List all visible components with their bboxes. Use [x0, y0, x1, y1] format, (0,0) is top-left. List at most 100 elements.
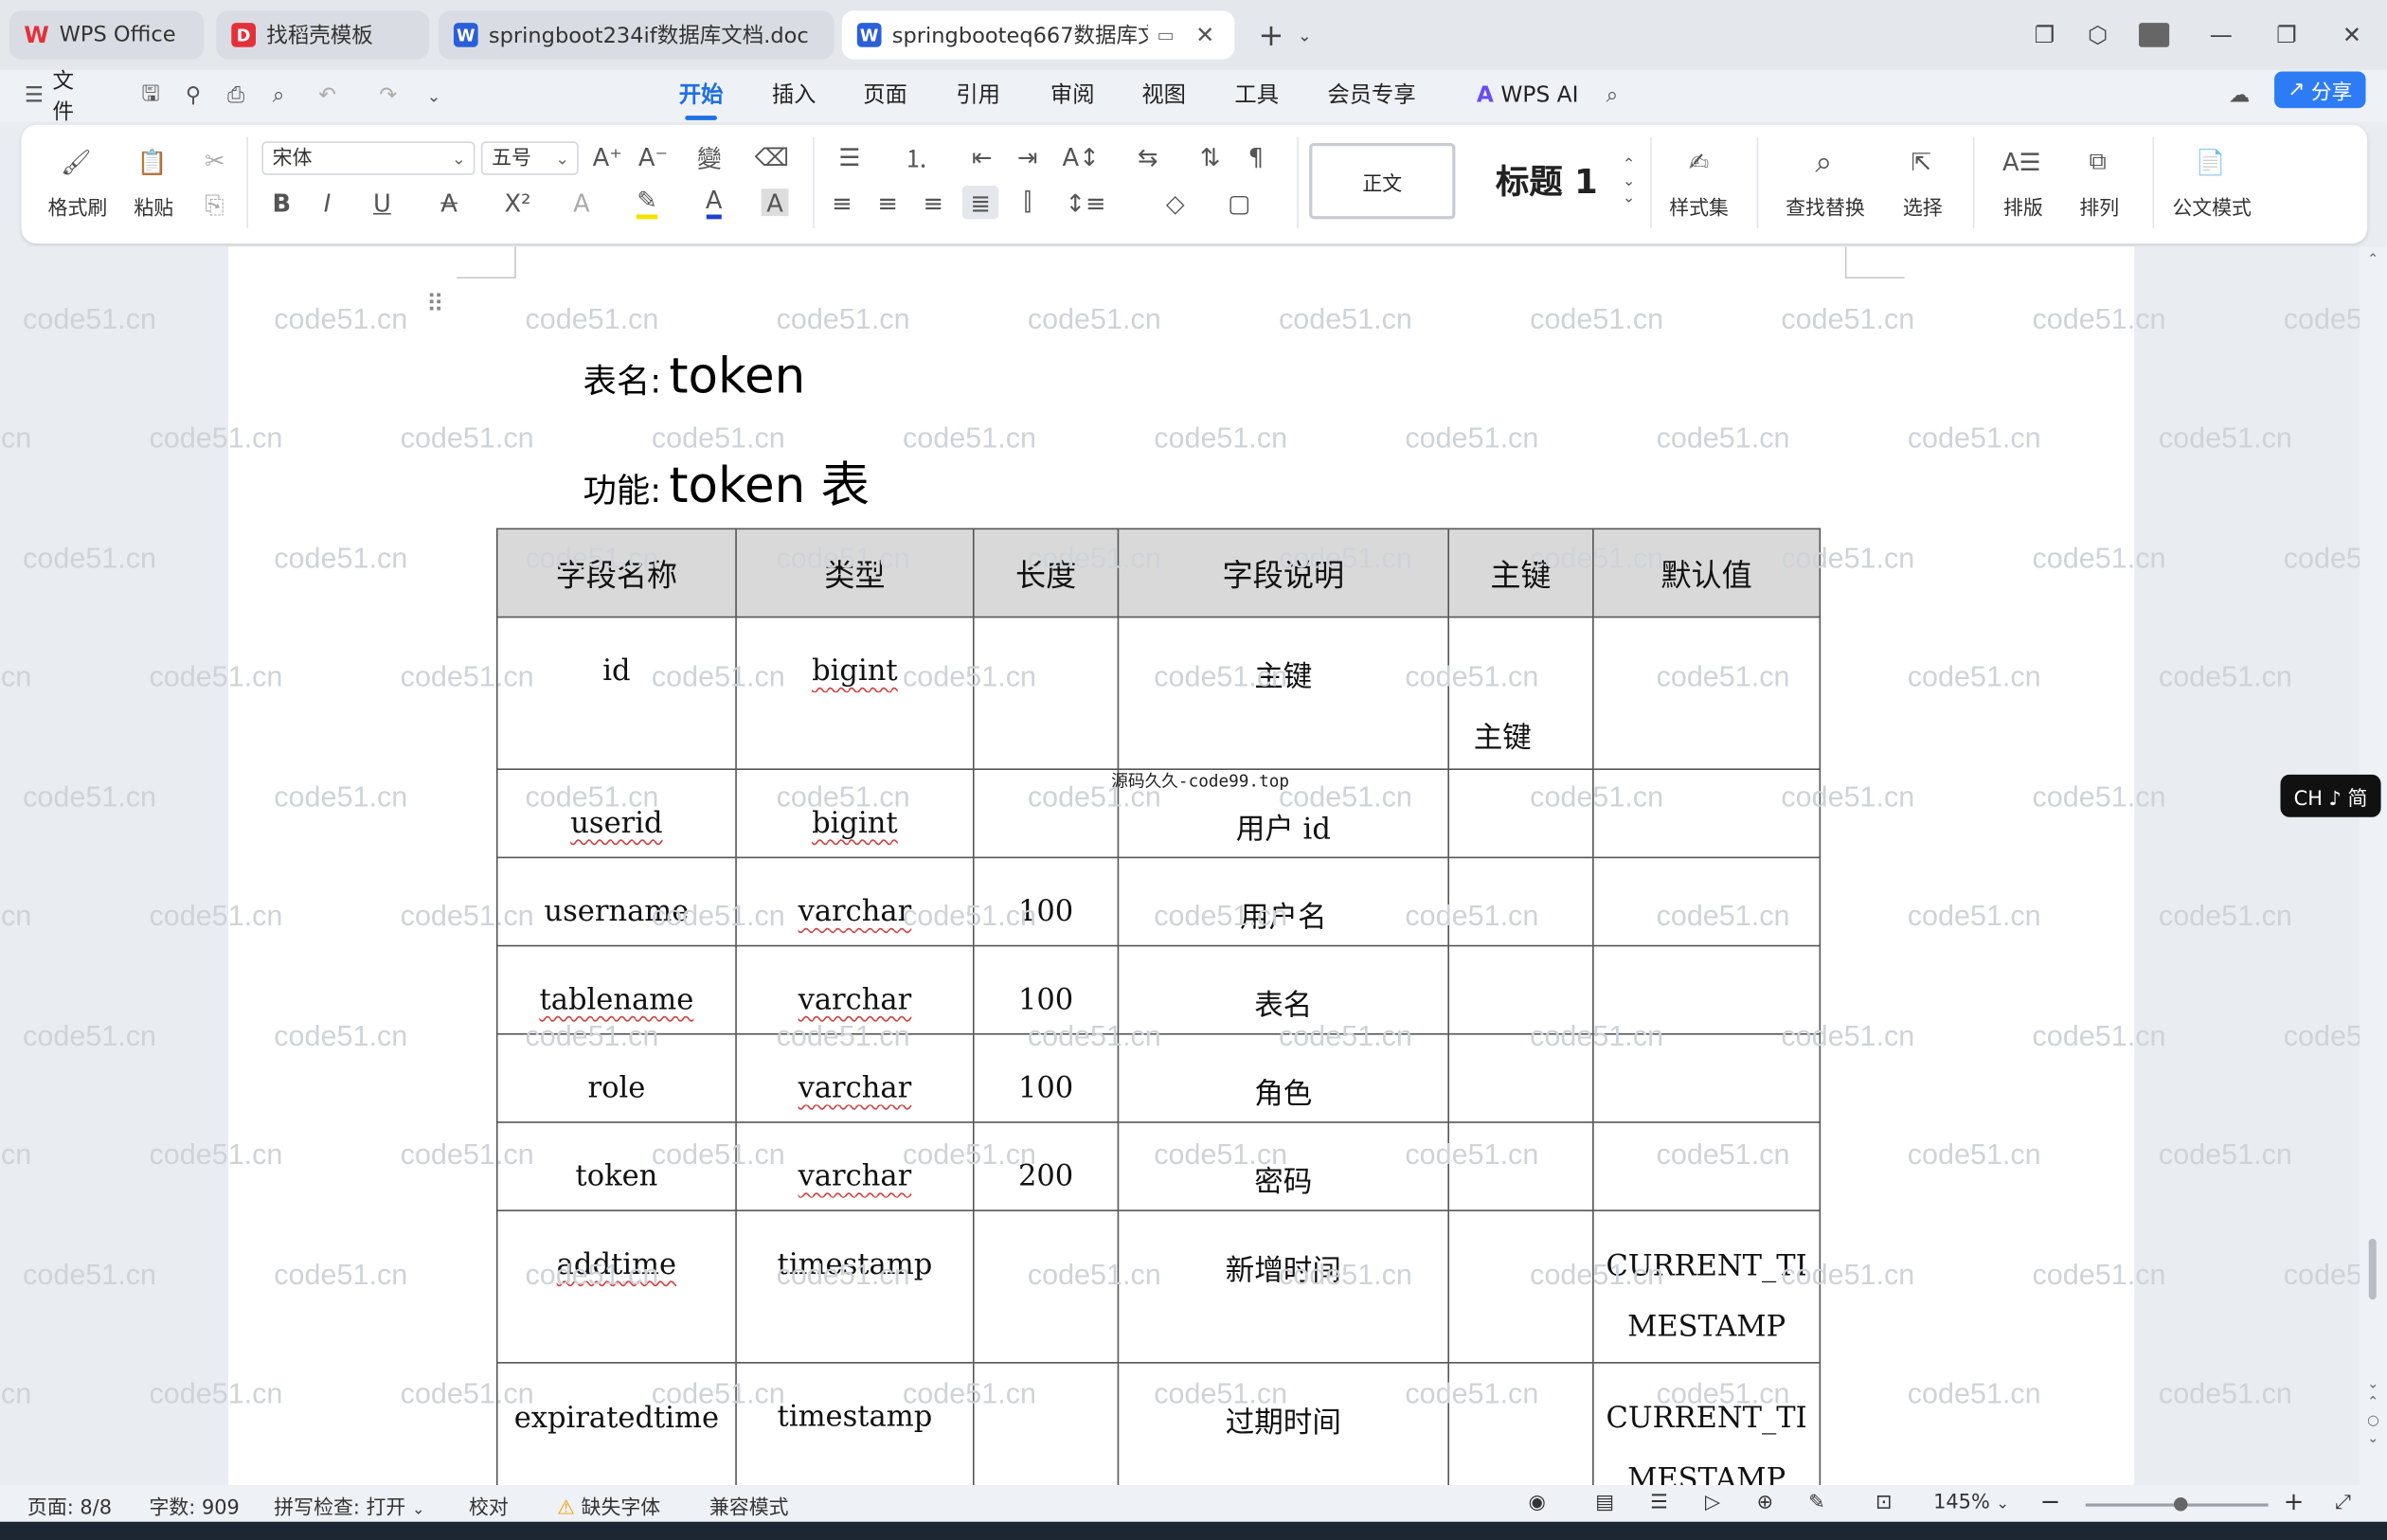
undo-icon[interactable]: ↶ — [314, 82, 341, 110]
style-set-icon[interactable]: ✍ — [1680, 143, 1717, 180]
zoom-slider-handle[interactable] — [2174, 1497, 2188, 1512]
italic-icon[interactable]: I — [314, 188, 341, 217]
tab-member[interactable]: 会员专享 — [1327, 76, 1415, 116]
text-direction-icon[interactable]: A↕ — [1060, 142, 1103, 171]
char-shading-icon[interactable]: A — [761, 188, 789, 217]
tab-view[interactable]: 视图 — [1141, 76, 1186, 116]
window-close-icon[interactable]: ✕ — [2332, 15, 2372, 55]
style-set-label[interactable]: 样式集 — [1653, 191, 1744, 221]
show-marks-icon[interactable]: ¶ — [1239, 142, 1272, 171]
tab-page[interactable]: 页面 — [863, 76, 907, 116]
tab-springboot234if-doc[interactable]: W springboot234if数据库文档.doc — [438, 10, 835, 60]
monitor-icon[interactable]: ▭ — [1157, 25, 1174, 45]
underline-icon[interactable]: U — [363, 188, 403, 217]
text-effect-icon[interactable]: A — [564, 188, 601, 217]
line-spacing-icon[interactable]: ↕≡ — [1063, 188, 1108, 217]
missing-font-button[interactable]: ⚠ 缺失字体 — [557, 1492, 660, 1520]
word-count[interactable]: 字数: 909 — [150, 1492, 240, 1520]
decrease-indent-icon[interactable]: ⇤ — [965, 142, 998, 171]
minimize-icon[interactable]: — — [2201, 15, 2241, 55]
find-replace-icon[interactable]: ⌕ — [1805, 143, 1842, 180]
layout-label[interactable]: 排版 — [1985, 191, 2061, 221]
format-painter-icon[interactable]: 🖌 — [58, 143, 95, 180]
font-color-icon[interactable]: A — [694, 186, 734, 220]
eye-protection-icon[interactable]: ◉ — [1529, 1492, 1546, 1514]
zoom-in-icon[interactable]: + — [2284, 1487, 2305, 1516]
page-nav-icon[interactable]: ⌄ ⌃ ○ ⌄ — [2367, 1375, 2379, 1448]
quick-access-dropdown-icon[interactable]: ⌄ — [421, 82, 448, 110]
tab-wps-office[interactable]: W WPS Office — [9, 10, 205, 60]
highlight-icon[interactable]: ✎ — [627, 186, 667, 220]
tab-references[interactable]: 引用 — [956, 76, 1000, 116]
select-label[interactable]: 选择 — [1885, 191, 1961, 221]
outline-view-icon[interactable]: ☰ — [1650, 1492, 1668, 1514]
fullscreen-icon[interactable]: ⤢ — [2335, 1492, 2351, 1514]
vertical-scrollbar[interactable]: ⌃ ⌄ ⌃ ○ ⌄ — [2360, 246, 2387, 1486]
clear-format-icon[interactable]: ⌫ — [755, 142, 789, 171]
close-tab-icon[interactable]: ✕ — [1195, 21, 1214, 48]
copy-icon[interactable]: ⎘ — [201, 190, 228, 220]
tab-tools[interactable]: 工具 — [1234, 76, 1279, 116]
avatar[interactable] — [2131, 15, 2177, 55]
official-document-icon[interactable]: 📄 — [2192, 143, 2229, 180]
page-count[interactable]: 页面: 8/8 — [27, 1492, 112, 1520]
cube-icon[interactable]: ⬡ — [2078, 15, 2118, 55]
arrange-label[interactable]: 排列 — [2061, 191, 2137, 221]
paste-label[interactable]: 粘贴 — [122, 191, 187, 221]
restore-icon[interactable]: ❐ — [2267, 15, 2306, 55]
drag-handle-icon[interactable]: ⠿ — [426, 289, 444, 318]
shading-icon[interactable]: ◇ — [1154, 188, 1196, 217]
wps-ai-button[interactable]: A WPS AI — [1477, 76, 1579, 116]
align-center-icon[interactable]: ≡ — [870, 188, 904, 217]
font-name-select[interactable]: 宋体 ⌄ — [261, 141, 476, 175]
tab-docer-templates[interactable]: D 找稻壳模板 — [216, 10, 430, 60]
border-icon[interactable]: ▢ — [1218, 188, 1261, 217]
cloud-upload-icon[interactable]: ☁ — [2226, 82, 2253, 110]
redo-icon[interactable]: ↷ — [374, 82, 402, 110]
align-left-icon[interactable]: ≡ — [825, 188, 858, 217]
save-icon[interactable]: 🖫 — [137, 82, 165, 110]
tab-insert[interactable]: 插入 — [772, 76, 817, 116]
strikethrough-icon[interactable]: A — [429, 188, 469, 217]
justify-icon[interactable]: ≣ — [961, 186, 999, 220]
proofread-button[interactable]: 校对 — [469, 1492, 509, 1520]
superscript-icon[interactable]: X² — [496, 188, 539, 217]
print-preview-icon[interactable]: ⌕ — [265, 82, 293, 110]
format-painter-label[interactable]: 格式刷 — [43, 191, 113, 221]
phonetic-icon[interactable]: 變 — [688, 143, 730, 174]
pen-icon[interactable]: ✎ — [1808, 1492, 1825, 1514]
find-replace-label[interactable]: 查找替换 — [1772, 191, 1879, 221]
style-heading-1[interactable]: 标题 1 — [1471, 152, 1624, 207]
chevron-down-icon[interactable]: ⌄ — [1284, 15, 1324, 55]
bullet-list-icon[interactable]: ☰ — [828, 142, 870, 171]
font-size-select[interactable]: 五号 ⌄ — [480, 141, 579, 175]
share-link-icon[interactable]: ⚲ — [180, 82, 207, 110]
spell-check-toggle[interactable]: 拼写检查: 打开 ⌄ — [274, 1492, 424, 1520]
increase-indent-icon[interactable]: ⇥ — [1011, 142, 1044, 171]
fit-page-icon[interactable]: ⊡ — [1876, 1492, 1893, 1514]
window-layout-icon[interactable]: ❐ — [2025, 15, 2065, 55]
file-menu[interactable]: ☰ 文件 — [25, 70, 85, 125]
layout-icon[interactable]: A☰ — [2002, 143, 2041, 180]
page-view-icon[interactable]: ▤ — [1595, 1492, 1614, 1514]
official-mode-label[interactable]: 公文模式 — [2159, 191, 2266, 221]
sort-icon[interactable]: ⇅ — [1194, 142, 1227, 171]
play-icon[interactable]: ▷ — [1705, 1492, 1720, 1514]
grow-font-icon[interactable]: A⁺ — [593, 142, 622, 171]
arrange-icon[interactable]: ⧉ — [2079, 143, 2116, 180]
tab-review[interactable]: 审阅 — [1050, 76, 1095, 116]
scroll-up-icon[interactable]: ⌃ — [2367, 253, 2378, 268]
zoom-level[interactable]: 145% ⌄ — [1933, 1492, 2009, 1514]
tab-springbooteq667-doc[interactable]: W springbooteq667数据库文档 ▭ ✕ — [841, 10, 1235, 60]
search-icon[interactable]: ⌕ — [1599, 82, 1626, 110]
style-scroll-icon[interactable]: ⌃ ⌄ ⌄ — [1617, 140, 1642, 223]
scroll-thumb[interactable] — [2368, 1238, 2377, 1300]
paste-icon[interactable]: 📋 — [134, 143, 170, 180]
align-right-icon[interactable]: ≡ — [917, 188, 950, 217]
numbered-list-icon[interactable]: ⒈ — [895, 143, 938, 174]
web-view-icon[interactable]: ⊕ — [1757, 1492, 1774, 1514]
cut-icon[interactable]: ✂ — [201, 145, 228, 174]
style-normal[interactable]: 正文 — [1309, 143, 1456, 220]
ime-indicator[interactable]: CH ♪ 简 — [2280, 774, 2381, 817]
tab-home[interactable]: 开始 — [679, 76, 723, 120]
